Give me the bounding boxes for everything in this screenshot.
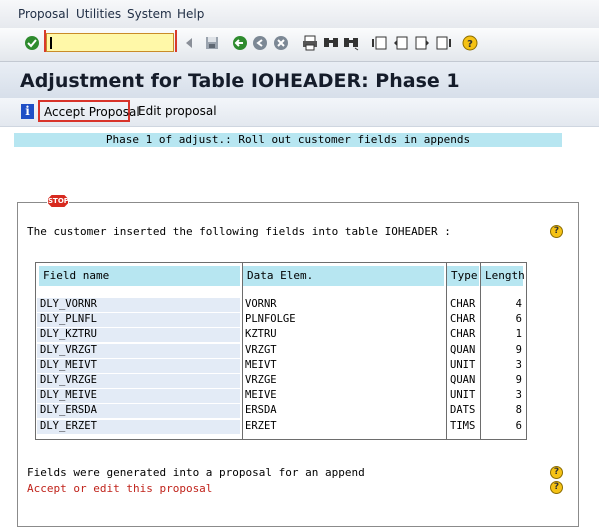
footer-message: Fields were generated into a proposal fo… — [27, 466, 365, 479]
stop-icon: STOP — [47, 194, 69, 208]
back-icon[interactable] — [232, 35, 248, 51]
cell-field-name: DLY_MEIVE — [40, 389, 97, 402]
cell-type: DATS — [450, 404, 476, 417]
application-toolbar: i Accept Proposal Edit proposal — [0, 98, 599, 127]
enter-icon[interactable] — [24, 35, 40, 51]
cell-data-elem: VRZGT — [245, 343, 277, 356]
cell-length: 8 — [515, 404, 522, 417]
cell-field-name: DLY_VRZGE — [40, 374, 97, 386]
cell-data-elem: VRZGE — [245, 374, 277, 386]
find-icon[interactable] — [323, 35, 339, 51]
previous-page-icon[interactable] — [393, 35, 409, 51]
intro-message: The customer inserted the following fiel… — [27, 225, 451, 238]
cell-field-name: DLY_VRZGT — [40, 343, 97, 356]
standard-toolbar: ? — [0, 28, 599, 62]
cell-type: UNIT — [450, 389, 476, 402]
exit-icon[interactable] — [252, 35, 268, 51]
accept-proposal-button[interactable]: Accept Proposal — [38, 100, 140, 122]
column-header-length[interactable]: Length — [481, 266, 525, 286]
help-icon[interactable]: ? — [550, 225, 563, 238]
command-field-marker — [175, 30, 177, 52]
menu-proposal[interactable]: Proposal — [18, 7, 69, 21]
cell-data-elem: PLNFOLGE — [245, 313, 296, 326]
info-icon[interactable]: i — [21, 104, 34, 119]
cell-field-name: DLY_VORNR — [40, 298, 97, 310]
first-page-icon[interactable] — [372, 35, 388, 51]
cell-data-elem: ERSDA — [245, 404, 277, 417]
column-header-type[interactable]: Type — [447, 266, 479, 286]
next-page-icon[interactable] — [414, 35, 430, 51]
cell-type: CHAR — [450, 328, 476, 341]
cell-data-elem: MEIVT — [245, 358, 277, 371]
svg-text:?: ? — [467, 39, 473, 50]
cell-field-name: DLY_PLNFL — [40, 313, 97, 326]
cell-type: QUAN — [450, 343, 476, 356]
table-row[interactable]: DLY_MEIVT MEIVT UNIT 3 — [36, 358, 526, 373]
cell-length: 6 — [515, 419, 522, 432]
table-row[interactable]: DLY_VORNR VORNR CHAR 4 — [36, 297, 526, 312]
menu-utilities[interactable]: Utilities — [76, 7, 121, 21]
cell-type: TIMS — [450, 419, 476, 432]
print-icon[interactable] — [302, 35, 318, 51]
table-row[interactable]: DLY_PLNFL PLNFOLGE CHAR 6 — [36, 312, 526, 328]
cell-field-name: DLY_ERZET — [40, 419, 97, 432]
cell-length: 6 — [515, 313, 522, 326]
cell-length: 4 — [515, 298, 522, 310]
history-dropdown-icon[interactable] — [181, 35, 197, 51]
edit-proposal-button[interactable]: Edit proposal — [138, 104, 217, 118]
cell-length: 9 — [515, 343, 522, 356]
cancel-icon[interactable] — [273, 35, 289, 51]
last-page-icon[interactable] — [435, 35, 451, 51]
table-row[interactable]: DLY_ERZET ERZET TIMS 6 — [36, 419, 526, 434]
column-header-field-name[interactable]: Field name — [39, 266, 240, 286]
cell-length: 3 — [515, 358, 522, 371]
menu-help[interactable]: Help — [177, 7, 204, 21]
cell-field-name: DLY_MEIVT — [40, 358, 97, 371]
cell-data-elem: MEIVE — [245, 389, 277, 402]
fields-table: Field name Data Elem. Type Length DLY_VO… — [35, 262, 527, 440]
table-row[interactable]: DLY_KZTRU KZTRU CHAR 1 — [36, 327, 526, 343]
cell-length: 3 — [515, 389, 522, 402]
cell-type: QUAN — [450, 374, 476, 386]
title-bar: Adjustment for Table IOHEADER: Phase 1 — [0, 62, 599, 99]
action-message: Accept or edit this proposal — [27, 482, 213, 495]
table-row[interactable]: DLY_VRZGT VRZGT QUAN 9 — [36, 343, 526, 358]
help-icon[interactable]: ? — [550, 481, 563, 494]
page-title: Adjustment for Table IOHEADER: Phase 1 — [20, 70, 460, 92]
table-row[interactable]: DLY_ERSDA ERSDA DATS 8 — [36, 403, 526, 419]
table-row[interactable]: DLY_VRZGE VRZGE QUAN 9 — [36, 373, 526, 388]
help-icon[interactable]: ? — [550, 466, 563, 479]
cell-type: CHAR — [450, 313, 476, 326]
cell-type: UNIT — [450, 358, 476, 371]
table-row[interactable]: DLY_MEIVE MEIVE UNIT 3 — [36, 388, 526, 404]
find-next-icon[interactable] — [343, 35, 359, 51]
menu-bar: Proposal Utilities System Help — [0, 0, 599, 29]
command-field[interactable] — [46, 33, 174, 52]
cell-data-elem: KZTRU — [245, 328, 277, 341]
cell-data-elem: VORNR — [245, 298, 277, 310]
phase-banner: Phase 1 of adjust.: Roll out customer fi… — [14, 133, 562, 147]
save-icon[interactable] — [204, 35, 220, 51]
column-header-data-elem[interactable]: Data Elem. — [243, 266, 444, 286]
help-icon[interactable]: ? — [462, 35, 478, 51]
cell-field-name: DLY_KZTRU — [40, 328, 97, 341]
cell-length: 1 — [515, 328, 522, 341]
cell-type: CHAR — [450, 298, 476, 310]
cell-field-name: DLY_ERSDA — [40, 404, 97, 417]
cell-length: 9 — [515, 374, 522, 386]
menu-system[interactable]: System — [127, 7, 172, 21]
cell-data-elem: ERZET — [245, 419, 277, 432]
